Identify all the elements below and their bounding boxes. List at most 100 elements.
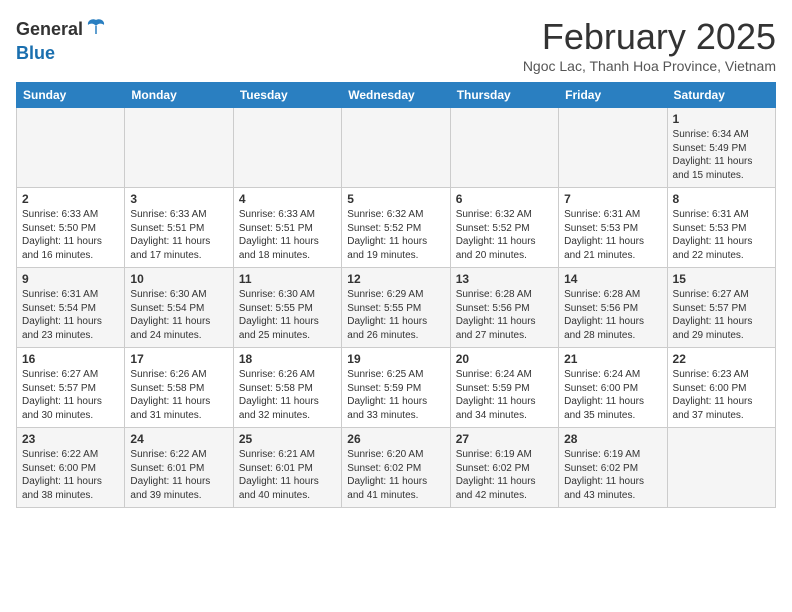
day-info: Sunrise: 6:30 AM Sunset: 5:54 PM Dayligh… <box>130 288 227 342</box>
calendar-day-cell: 27Sunrise: 6:19 AM Sunset: 6:02 PM Dayli… <box>450 428 558 508</box>
calendar-day-cell <box>559 108 667 188</box>
logo-bird-icon <box>85 16 107 43</box>
calendar-day-cell: 1Sunrise: 6:34 AM Sunset: 5:49 PM Daylig… <box>667 108 775 188</box>
calendar-day-cell <box>342 108 450 188</box>
day-number: 24 <box>130 432 227 446</box>
day-info: Sunrise: 6:34 AM Sunset: 5:49 PM Dayligh… <box>673 128 770 182</box>
day-number: 21 <box>564 352 661 366</box>
month-year: February 2025 <box>523 16 776 58</box>
calendar-day-cell: 13Sunrise: 6:28 AM Sunset: 5:56 PM Dayli… <box>450 268 558 348</box>
day-number: 20 <box>456 352 553 366</box>
day-info: Sunrise: 6:19 AM Sunset: 6:02 PM Dayligh… <box>564 448 661 502</box>
weekday-header-cell: Thursday <box>450 83 558 108</box>
day-number: 19 <box>347 352 444 366</box>
calendar-day-cell: 9 Sunrise: 6:31 AM Sunset: 5:54 PM Daylig… <box>17 268 125 348</box>
calendar-day-cell: 20 Sunrise: 6:24 AM Sunset: 5:59 PM Dayli… <box>450 348 558 428</box>
calendar-day-cell <box>233 108 341 188</box>
calendar-day-cell: 5 Sunrise: 6:32 AM Sunset: 5:52 PM Daylig… <box>342 188 450 268</box>
day-number: 3 <box>130 192 227 206</box>
day-number: 6 <box>456 192 553 206</box>
calendar-day-cell: 22 Sunrise: 6:23 AM Sunset: 6:00 PM Dayli… <box>667 348 775 428</box>
day-info: Sunrise: 6:33 AM Sunset: 5:50 PM Dayligh… <box>22 208 119 262</box>
day-info: Sunrise: 6:20 AM Sunset: 6:02 PM Dayligh… <box>347 448 444 502</box>
calendar-week-row: 16 Sunrise: 6:27 AM Sunset: 5:57 PM Dayli… <box>17 348 776 428</box>
day-number: 16 <box>22 352 119 366</box>
weekday-header-cell: Wednesday <box>342 83 450 108</box>
logo-general: General <box>16 19 83 40</box>
day-number: 25 <box>239 432 336 446</box>
day-info: Sunrise: 6:26 AM Sunset: 5:58 PM Dayligh… <box>239 368 336 422</box>
day-info: Sunrise: 6:31 AM Sunset: 5:53 PM Dayligh… <box>564 208 661 262</box>
calendar-week-row: 23 Sunrise: 6:22 AM Sunset: 6:00 PM Dayli… <box>17 428 776 508</box>
calendar-day-cell <box>125 108 233 188</box>
day-number: 10 <box>130 272 227 286</box>
day-number: 28 <box>564 432 661 446</box>
calendar-table: SundayMondayTuesdayWednesdayThursdayFrid… <box>16 82 776 508</box>
day-number: 11 <box>239 272 336 286</box>
day-info: Sunrise: 6:23 AM Sunset: 6:00 PM Dayligh… <box>673 368 770 422</box>
calendar-day-cell: 10 Sunrise: 6:30 AM Sunset: 5:54 PM Dayli… <box>125 268 233 348</box>
calendar-day-cell <box>667 428 775 508</box>
weekday-header-row: SundayMondayTuesdayWednesdayThursdayFrid… <box>17 83 776 108</box>
day-info: Sunrise: 6:22 AM Sunset: 6:00 PM Dayligh… <box>22 448 119 502</box>
calendar-day-cell: 17 Sunrise: 6:26 AM Sunset: 5:58 PM Dayli… <box>125 348 233 428</box>
day-info: Sunrise: 6:29 AM Sunset: 5:55 PM Dayligh… <box>347 288 444 342</box>
calendar-day-cell: 12Sunrise: 6:29 AM Sunset: 5:55 PM Dayli… <box>342 268 450 348</box>
day-info: Sunrise: 6:27 AM Sunset: 5:57 PM Dayligh… <box>22 368 119 422</box>
calendar-week-row: 1Sunrise: 6:34 AM Sunset: 5:49 PM Daylig… <box>17 108 776 188</box>
calendar-day-cell: 24 Sunrise: 6:22 AM Sunset: 6:01 PM Dayli… <box>125 428 233 508</box>
day-number: 15 <box>673 272 770 286</box>
day-info: Sunrise: 6:28 AM Sunset: 5:56 PM Dayligh… <box>564 288 661 342</box>
day-info: Sunrise: 6:32 AM Sunset: 5:52 PM Dayligh… <box>347 208 444 262</box>
day-info: Sunrise: 6:28 AM Sunset: 5:56 PM Dayligh… <box>456 288 553 342</box>
day-number: 2 <box>22 192 119 206</box>
weekday-header-cell: Tuesday <box>233 83 341 108</box>
day-info: Sunrise: 6:33 AM Sunset: 5:51 PM Dayligh… <box>239 208 336 262</box>
calendar-day-cell: 3Sunrise: 6:33 AM Sunset: 5:51 PM Daylig… <box>125 188 233 268</box>
calendar-day-cell: 8 Sunrise: 6:31 AM Sunset: 5:53 PM Daylig… <box>667 188 775 268</box>
weekday-header-cell: Sunday <box>17 83 125 108</box>
day-info: Sunrise: 6:30 AM Sunset: 5:55 PM Dayligh… <box>239 288 336 342</box>
calendar-day-cell: 18 Sunrise: 6:26 AM Sunset: 5:58 PM Dayli… <box>233 348 341 428</box>
day-number: 5 <box>347 192 444 206</box>
day-number: 22 <box>673 352 770 366</box>
calendar-day-cell: 21 Sunrise: 6:24 AM Sunset: 6:00 PM Dayli… <box>559 348 667 428</box>
day-number: 18 <box>239 352 336 366</box>
day-info: Sunrise: 6:21 AM Sunset: 6:01 PM Dayligh… <box>239 448 336 502</box>
day-number: 23 <box>22 432 119 446</box>
location: Ngoc Lac, Thanh Hoa Province, Vietnam <box>523 58 776 74</box>
calendar-day-cell: 26Sunrise: 6:20 AM Sunset: 6:02 PM Dayli… <box>342 428 450 508</box>
day-number: 8 <box>673 192 770 206</box>
calendar-week-row: 2 Sunrise: 6:33 AM Sunset: 5:50 PM Daylig… <box>17 188 776 268</box>
day-info: Sunrise: 6:27 AM Sunset: 5:57 PM Dayligh… <box>673 288 770 342</box>
day-info: Sunrise: 6:32 AM Sunset: 5:52 PM Dayligh… <box>456 208 553 262</box>
day-info: Sunrise: 6:31 AM Sunset: 5:53 PM Dayligh… <box>673 208 770 262</box>
calendar-day-cell: 15 Sunrise: 6:27 AM Sunset: 5:57 PM Dayli… <box>667 268 775 348</box>
day-number: 14 <box>564 272 661 286</box>
calendar-day-cell <box>450 108 558 188</box>
title-block: February 2025 Ngoc Lac, Thanh Hoa Provin… <box>523 16 776 74</box>
calendar-day-cell: 2 Sunrise: 6:33 AM Sunset: 5:50 PM Daylig… <box>17 188 125 268</box>
day-info: Sunrise: 6:22 AM Sunset: 6:01 PM Dayligh… <box>130 448 227 502</box>
day-info: Sunrise: 6:24 AM Sunset: 6:00 PM Dayligh… <box>564 368 661 422</box>
day-info: Sunrise: 6:31 AM Sunset: 5:54 PM Dayligh… <box>22 288 119 342</box>
calendar-day-cell: 23 Sunrise: 6:22 AM Sunset: 6:00 PM Dayli… <box>17 428 125 508</box>
calendar-day-cell: 16 Sunrise: 6:27 AM Sunset: 5:57 PM Dayli… <box>17 348 125 428</box>
calendar-day-cell: 14 Sunrise: 6:28 AM Sunset: 5:56 PM Dayli… <box>559 268 667 348</box>
day-info: Sunrise: 6:24 AM Sunset: 5:59 PM Dayligh… <box>456 368 553 422</box>
day-number: 9 <box>22 272 119 286</box>
calendar-body: 1Sunrise: 6:34 AM Sunset: 5:49 PM Daylig… <box>17 108 776 508</box>
day-info: Sunrise: 6:19 AM Sunset: 6:02 PM Dayligh… <box>456 448 553 502</box>
calendar-day-cell: 19 Sunrise: 6:25 AM Sunset: 5:59 PM Dayli… <box>342 348 450 428</box>
day-number: 4 <box>239 192 336 206</box>
calendar-day-cell: 11 Sunrise: 6:30 AM Sunset: 5:55 PM Dayli… <box>233 268 341 348</box>
weekday-header-cell: Friday <box>559 83 667 108</box>
calendar-day-cell <box>17 108 125 188</box>
calendar-week-row: 9 Sunrise: 6:31 AM Sunset: 5:54 PM Daylig… <box>17 268 776 348</box>
weekday-header-cell: Monday <box>125 83 233 108</box>
day-number: 7 <box>564 192 661 206</box>
day-info: Sunrise: 6:26 AM Sunset: 5:58 PM Dayligh… <box>130 368 227 422</box>
day-info: Sunrise: 6:25 AM Sunset: 5:59 PM Dayligh… <box>347 368 444 422</box>
day-number: 17 <box>130 352 227 366</box>
logo-blue: Blue <box>16 43 55 64</box>
